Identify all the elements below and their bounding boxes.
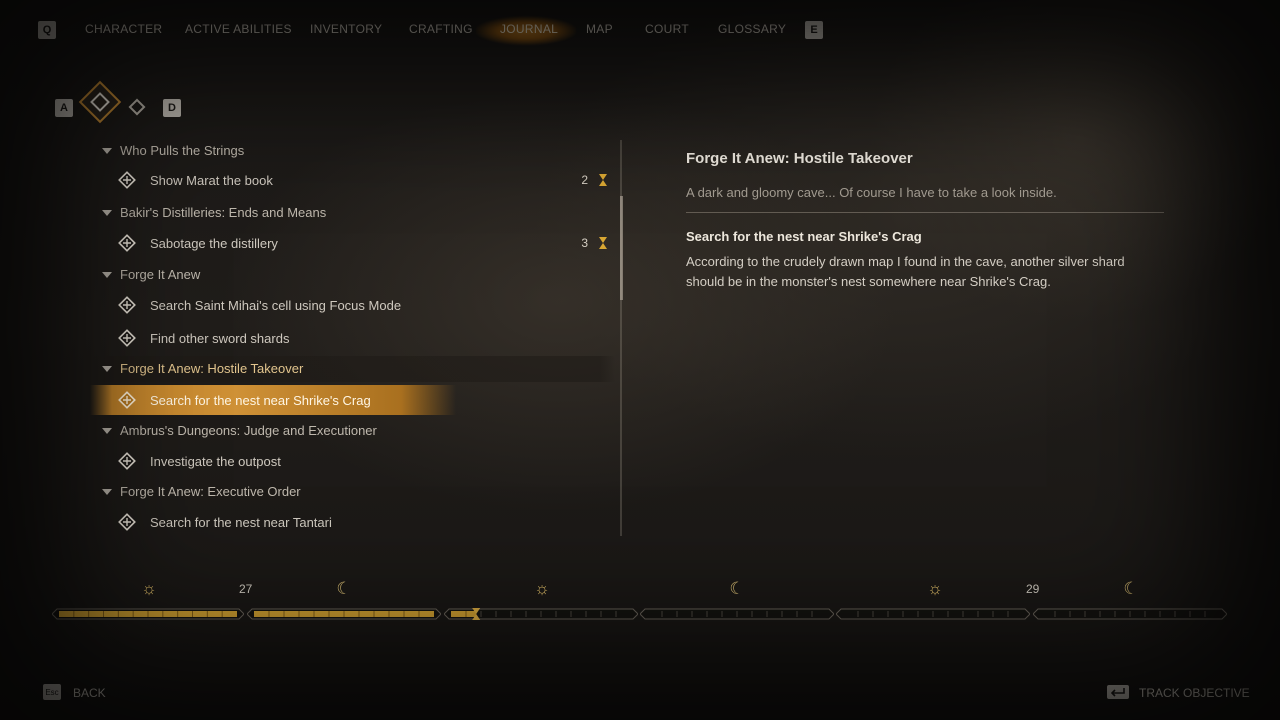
objective-diamond-icon xyxy=(118,513,136,531)
quest-label: Forge It Anew xyxy=(120,267,201,282)
top-navigation: Q CHARACTER ACTIVE ABILITIES INVENTORY C… xyxy=(0,12,1280,46)
objective-label: Search for the nest near Shrike's Crag xyxy=(150,393,371,408)
quest-list: Who Pulls the Strings Show Marat the boo… xyxy=(0,138,620,538)
tab-active-abilities[interactable]: ACTIVE ABILITIES xyxy=(185,22,292,36)
divider xyxy=(686,212,1164,213)
next-subtab-key[interactable]: D xyxy=(163,99,181,117)
quest-header[interactable]: Forge It Anew: Executive Order xyxy=(0,479,620,505)
moon-icon: ☾ xyxy=(336,579,352,598)
enter-key-icon xyxy=(1107,685,1129,699)
time-remaining-count: 2 xyxy=(581,173,588,187)
timeline-segment xyxy=(1033,608,1227,620)
quest-label: Forge It Anew: Executive Order xyxy=(120,484,301,499)
esc-key-icon: Esc xyxy=(43,684,61,700)
objective-label: Find other sword shards xyxy=(150,331,290,346)
moon-icon: ☾ xyxy=(1123,579,1139,598)
objective-row-selected[interactable]: Search for the nest near Shrike's Crag xyxy=(0,385,620,415)
timeline-segment xyxy=(247,608,441,620)
objective-label: Search for the nest near Tantari xyxy=(150,515,332,530)
tab-glossary[interactable]: GLOSSARY xyxy=(718,22,786,36)
tab-character[interactable]: CHARACTER xyxy=(85,22,162,36)
objective-diamond-icon xyxy=(118,296,136,314)
quest-header[interactable]: Bakir's Distilleries: Ends and Means xyxy=(0,200,620,226)
quest-label: Forge It Anew: Hostile Takeover xyxy=(120,361,304,376)
objective-row[interactable]: Show Marat the book 2 xyxy=(0,168,620,194)
timeline-segment xyxy=(836,608,1030,620)
quest-header-selected[interactable]: Forge It Anew: Hostile Takeover xyxy=(0,356,620,382)
objective-diamond-icon xyxy=(118,391,136,409)
timeline-segment xyxy=(640,608,834,620)
sun-icon: ☼ xyxy=(141,579,157,598)
collapse-caret-icon xyxy=(102,366,112,372)
quest-label: Bakir's Distilleries: Ends and Means xyxy=(120,205,327,220)
timeline-segment xyxy=(52,608,244,620)
time-timeline: ☼ 27 ☾ ☼ ☾ ☼ 29 ☾ xyxy=(0,572,1280,632)
tab-journal[interactable]: JOURNAL xyxy=(500,22,558,36)
back-button[interactable]: BACK xyxy=(73,686,106,700)
scrollbar-thumb[interactable] xyxy=(620,196,623,300)
objective-label: Search Saint Mihai's cell using Focus Mo… xyxy=(150,298,402,313)
moon-icon: ☾ xyxy=(729,579,745,598)
objective-diamond-icon xyxy=(118,329,136,347)
tab-inventory[interactable]: INVENTORY xyxy=(310,22,382,36)
hourglass-icon xyxy=(599,174,607,186)
timeline-segment xyxy=(444,608,638,620)
sun-icon: ☼ xyxy=(534,579,550,598)
bottom-bar: Esc BACK TRACK OBJECTIVE xyxy=(0,680,1280,706)
prev-tab-key[interactable]: Q xyxy=(38,21,56,39)
next-tab-key[interactable]: E xyxy=(805,21,823,39)
quest-label: Ambrus's Dungeons: Judge and Executioner xyxy=(120,423,377,438)
quest-header[interactable]: Who Pulls the Strings xyxy=(0,138,620,164)
objective-row[interactable]: Search Saint Mihai's cell using Focus Mo… xyxy=(0,293,620,319)
time-remaining-count: 3 xyxy=(581,236,588,250)
objective-description: According to the crudely drawn map I fou… xyxy=(686,254,1125,289)
sun-icon: ☼ xyxy=(927,579,943,598)
objective-label: Investigate the outpost xyxy=(150,454,281,469)
objective-row[interactable]: Investigate the outpost xyxy=(0,449,620,475)
tab-map[interactable]: MAP xyxy=(586,22,613,36)
collapse-caret-icon xyxy=(102,489,112,495)
objective-row[interactable]: Find other sword shards xyxy=(0,326,620,352)
objective-row[interactable]: Search for the nest near Tantari xyxy=(0,510,620,536)
collapse-caret-icon xyxy=(102,428,112,434)
collapse-caret-icon xyxy=(102,148,112,154)
prev-subtab-key[interactable]: A xyxy=(55,99,73,117)
objective-row[interactable]: Sabotage the distillery 3 xyxy=(0,231,620,257)
objective-diamond-icon xyxy=(118,234,136,252)
quest-header[interactable]: Forge It Anew xyxy=(0,262,620,288)
segment-fill xyxy=(451,611,477,617)
objective-title: Search for the nest near Shrike's Crag xyxy=(686,229,922,244)
day-label: 29 xyxy=(1026,582,1040,596)
details-title: Forge It Anew: Hostile Takeover xyxy=(686,150,913,167)
objective-diamond-icon xyxy=(118,171,136,189)
collapse-caret-icon xyxy=(102,210,112,216)
quest-label: Who Pulls the Strings xyxy=(120,143,245,158)
day-label: 27 xyxy=(239,582,253,596)
tab-crafting[interactable]: CRAFTING xyxy=(409,22,473,36)
details-subtitle: A dark and gloomy cave... Of course I ha… xyxy=(686,185,1057,200)
collapse-caret-icon xyxy=(102,272,112,278)
objective-diamond-icon xyxy=(118,452,136,470)
quest-header[interactable]: Ambrus's Dungeons: Judge and Executioner xyxy=(0,418,620,444)
objective-label: Sabotage the distillery xyxy=(150,236,278,251)
hourglass-icon xyxy=(599,237,607,249)
quest-details: Forge It Anew: Hostile Takeover A dark a… xyxy=(686,146,1166,292)
track-objective-button[interactable]: TRACK OBJECTIVE xyxy=(1139,686,1250,700)
tab-court[interactable]: COURT xyxy=(645,22,689,36)
objective-label: Show Marat the book xyxy=(150,173,273,188)
